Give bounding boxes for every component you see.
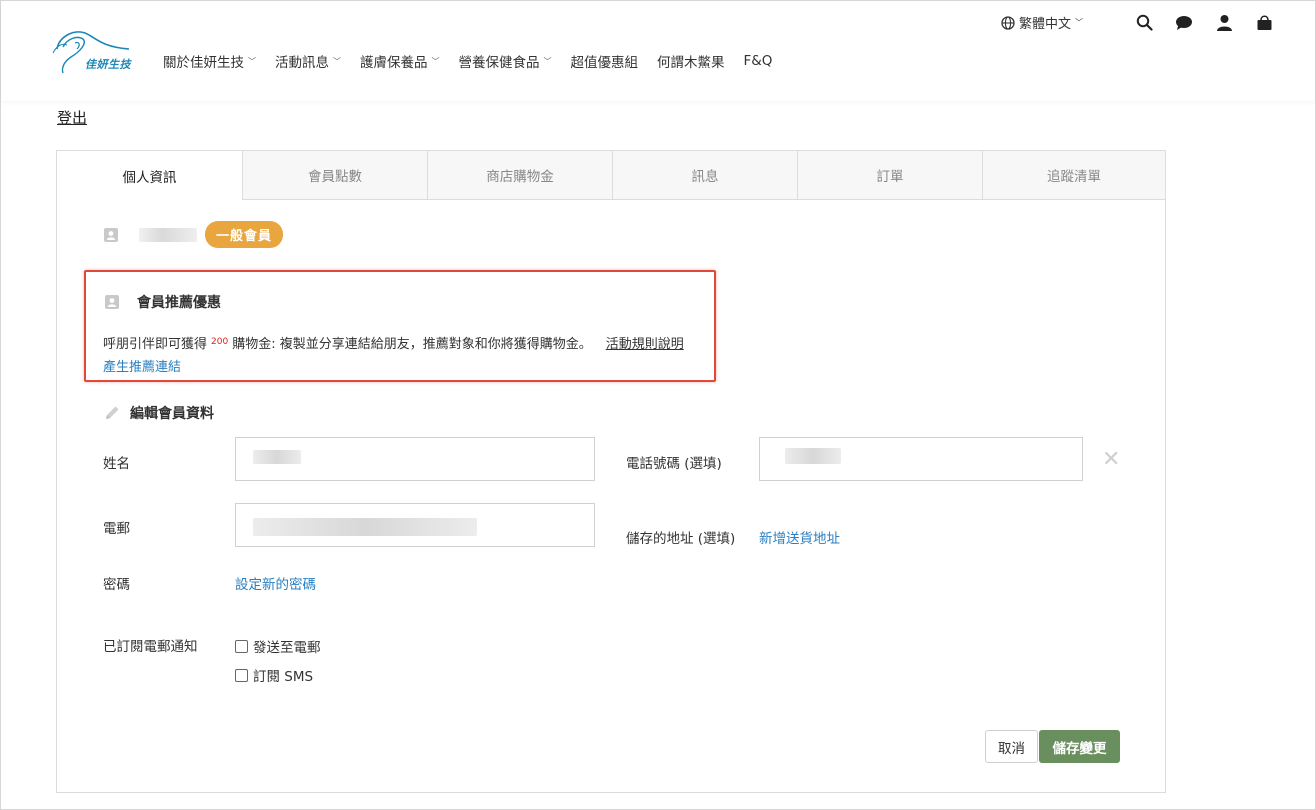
nav-item-gac-fruit[interactable]: 何謂木鱉果 [657,51,725,71]
name-value-redacted [253,450,301,464]
subscribe-sms-label: 訂閱 SMS [253,669,314,685]
phone-value-redacted [785,448,841,464]
user-icon[interactable] [1215,14,1233,32]
brand-logo[interactable]: 佳妍生技 [49,27,135,77]
globe-icon [1001,15,1015,30]
save-button[interactable]: 儲存變更 [1039,730,1120,763]
chevron-down-icon: ﹀ [543,56,552,66]
main-nav: 關於佳妍生技 ﹀ 活動訊息 ﹀ 護膚保養品 ﹀ 營養保健食品 ﹀ 超值優惠組 何謂木鱉果… [163,51,791,71]
email-value-redacted [253,518,477,536]
header-utilities: 繁體中文 ﹀ [1001,13,1273,32]
language-label: 繁體中文 [1018,17,1071,32]
member-summary: 一般會員 [103,221,284,248]
referral-title-row: 會員推薦優惠 [104,292,221,312]
subscription-label: 已訂閱電郵通知 [103,639,198,655]
nav-item-health-food[interactable]: 營養保健食品 ﹀ [459,51,552,71]
language-selector[interactable]: 繁體中文 ﹀ [1001,13,1083,32]
tab-wishlist[interactable]: 追蹤清單 [982,151,1165,200]
nav-item-label: 護膚保養品 [360,55,428,71]
nav-item-label: 超值優惠組 [570,55,639,71]
cancel-button[interactable]: 取消 [985,730,1038,763]
referral-rules-link[interactable]: 活動規則說明 [606,337,684,352]
contact-card-icon [103,227,119,243]
referral-description: 呼朋引伴即可獲得 200 購物金: 複製並分享連結給朋友，推薦對象和你將獲得購物金。… [103,333,684,352]
email-label: 電郵 [103,521,130,537]
cart-icon[interactable] [1255,14,1273,32]
subscribe-email-label: 發送至電郵 [253,640,321,656]
logout-link[interactable]: 登出 [57,107,87,128]
account-card: 個人資訊 會員點數 商店購物金 訊息 訂單 追蹤清單 一般會員 會員推薦優惠 呼… [56,150,1166,793]
referral-title: 會員推薦優惠 [137,295,221,311]
nav-item-events[interactable]: 活動訊息 ﹀ [275,51,341,71]
referral-panel: 會員推薦優惠 呼朋引伴即可獲得 200 購物金: 複製並分享連結給朋友，推薦對象和你… [84,270,716,382]
name-field[interactable] [235,437,595,481]
subscribe-sms-checkbox[interactable] [235,668,248,682]
address-label: 儲存的地址 (選填) [626,531,736,547]
nav-item-faq[interactable]: F&Q [744,51,773,71]
nav-item-label: 活動訊息 [275,55,329,71]
chevron-down-icon: ﹀ [333,56,341,66]
subscribe-sms-row[interactable]: 訂閱 SMS [235,665,313,685]
tab-store-credit[interactable]: 商店購物金 [427,151,612,200]
nav-item-about[interactable]: 關於佳妍生技 ﹀ [163,51,256,71]
nav-item-label: 營養保健食品 [458,55,540,71]
referral-desc-prefix: 呼朋引伴即可獲得 [103,337,208,352]
nav-item-label: F&Q [743,53,773,69]
nav-item-label: 何謂木鱉果 [657,55,725,71]
add-address-link[interactable]: 新增送貨地址 [759,527,840,547]
generate-referral-link[interactable]: 產生推薦連結 [103,356,181,375]
chevron-down-icon: ﹀ [248,56,256,66]
phone-field[interactable] [759,437,1083,481]
logo-text: 佳妍生技 [85,58,131,71]
search-icon[interactable] [1135,14,1153,32]
chevron-down-icon: ﹀ [431,56,440,66]
tab-member-points[interactable]: 會員點數 [242,151,427,200]
referral-desc-suffix: 購物金: 複製並分享連結給朋友，推薦對象和你將獲得購物金。 [232,337,592,352]
edit-profile-title: 編輯會員資料 [130,406,214,422]
clear-phone-icon[interactable]: ✕ [1102,447,1120,472]
nav-item-skincare[interactable]: 護膚保養品 ﹀ [360,51,440,71]
email-field[interactable] [235,503,595,547]
member-name-redacted [139,227,197,242]
site-header: 佳妍生技 關於佳妍生技 ﹀ 活動訊息 ﹀ 護膚保養品 ﹀ 營養保健食品 ﹀ 超值優惠組 … [1,1,1315,101]
password-label: 密碼 [103,577,130,593]
nav-item-label: 關於佳妍生技 [163,55,244,71]
subscribe-email-checkbox[interactable] [235,639,248,653]
tab-messages[interactable]: 訊息 [612,151,797,200]
phone-label: 電話號碼 (選填) [626,456,722,472]
member-tier-badge: 一般會員 [205,221,284,248]
contact-card-icon [104,294,120,310]
name-label: 姓名 [103,456,130,472]
edit-profile-heading: 編輯會員資料 [103,403,214,423]
referral-amount: 200 [211,337,229,347]
set-password-link[interactable]: 設定新的密碼 [235,573,316,593]
chevron-down-icon: ﹀ [1075,18,1083,27]
account-tabs: 個人資訊 會員點數 商店購物金 訊息 訂單 追蹤清單 [57,151,1165,200]
subscribe-email-row[interactable]: 發送至電郵 [235,636,321,656]
tab-profile[interactable]: 個人資訊 [57,151,242,200]
tab-orders[interactable]: 訂單 [797,151,982,200]
nav-item-value-sets[interactable]: 超值優惠組 [571,51,639,71]
pencil-icon [106,406,119,419]
chat-icon[interactable] [1175,14,1193,32]
